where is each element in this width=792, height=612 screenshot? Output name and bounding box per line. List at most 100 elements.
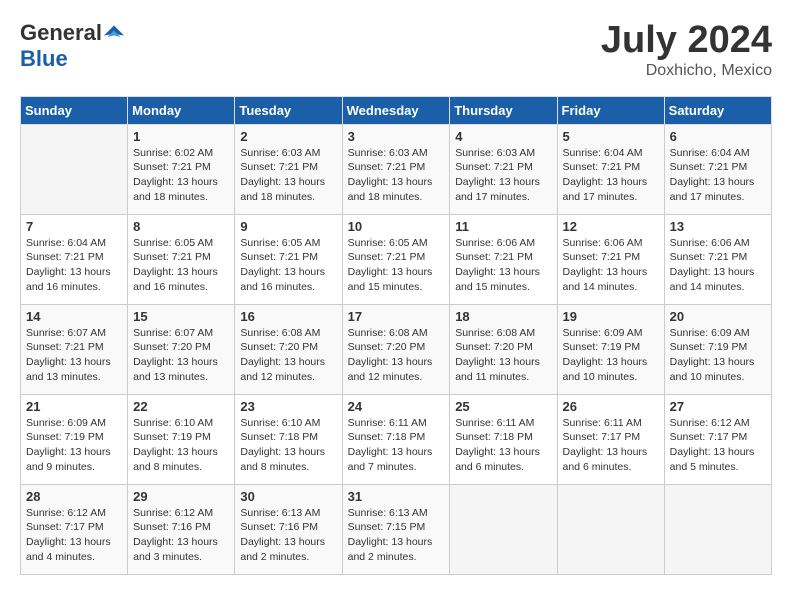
- day-info: Sunrise: 6:05 AM Sunset: 7:21 PM Dayligh…: [240, 236, 336, 295]
- calendar-cell: 26 Sunrise: 6:11 AM Sunset: 7:17 PM Dayl…: [557, 394, 664, 484]
- day-number: 5: [563, 129, 659, 144]
- calendar-cell: 22 Sunrise: 6:10 AM Sunset: 7:19 PM Dayl…: [128, 394, 235, 484]
- day-number: 22: [133, 399, 229, 414]
- day-info: Sunrise: 6:03 AM Sunset: 7:21 PM Dayligh…: [455, 146, 551, 205]
- day-info: Sunrise: 6:08 AM Sunset: 7:20 PM Dayligh…: [240, 326, 336, 385]
- day-info: Sunrise: 6:13 AM Sunset: 7:16 PM Dayligh…: [240, 506, 336, 565]
- calendar-cell: 16 Sunrise: 6:08 AM Sunset: 7:20 PM Dayl…: [235, 304, 342, 394]
- logo-icon: [104, 23, 124, 43]
- page-header: General Blue July 2024 Doxhicho, Mexico: [20, 20, 772, 80]
- calendar-cell: 3 Sunrise: 6:03 AM Sunset: 7:21 PM Dayli…: [342, 124, 450, 214]
- day-number: 30: [240, 489, 336, 504]
- day-number: 23: [240, 399, 336, 414]
- weekday-header: Wednesday: [342, 96, 450, 124]
- day-number: 12: [563, 219, 659, 234]
- day-number: 6: [670, 129, 766, 144]
- calendar-cell: 4 Sunrise: 6:03 AM Sunset: 7:21 PM Dayli…: [450, 124, 557, 214]
- day-info: Sunrise: 6:10 AM Sunset: 7:18 PM Dayligh…: [240, 416, 336, 475]
- day-info: Sunrise: 6:06 AM Sunset: 7:21 PM Dayligh…: [455, 236, 551, 295]
- day-info: Sunrise: 6:12 AM Sunset: 7:16 PM Dayligh…: [133, 506, 229, 565]
- day-info: Sunrise: 6:12 AM Sunset: 7:17 PM Dayligh…: [26, 506, 122, 565]
- calendar-cell: 1 Sunrise: 6:02 AM Sunset: 7:21 PM Dayli…: [128, 124, 235, 214]
- day-number: 19: [563, 309, 659, 324]
- day-info: Sunrise: 6:11 AM Sunset: 7:18 PM Dayligh…: [455, 416, 551, 475]
- weekday-header: Friday: [557, 96, 664, 124]
- day-number: 4: [455, 129, 551, 144]
- calendar-cell: 13 Sunrise: 6:06 AM Sunset: 7:21 PM Dayl…: [664, 214, 771, 304]
- day-number: 8: [133, 219, 229, 234]
- calendar-cell: [557, 484, 664, 574]
- location: Doxhicho, Mexico: [601, 62, 772, 80]
- month-title: July 2024: [601, 20, 772, 62]
- weekday-header-row: SundayMondayTuesdayWednesdayThursdayFrid…: [21, 96, 772, 124]
- calendar-week-row: 14 Sunrise: 6:07 AM Sunset: 7:21 PM Dayl…: [21, 304, 772, 394]
- day-number: 7: [26, 219, 122, 234]
- day-number: 9: [240, 219, 336, 234]
- calendar-week-row: 1 Sunrise: 6:02 AM Sunset: 7:21 PM Dayli…: [21, 124, 772, 214]
- calendar-week-row: 21 Sunrise: 6:09 AM Sunset: 7:19 PM Dayl…: [21, 394, 772, 484]
- calendar-cell: 28 Sunrise: 6:12 AM Sunset: 7:17 PM Dayl…: [21, 484, 128, 574]
- day-number: 28: [26, 489, 122, 504]
- day-number: 14: [26, 309, 122, 324]
- calendar-cell: 18 Sunrise: 6:08 AM Sunset: 7:20 PM Dayl…: [450, 304, 557, 394]
- calendar-cell: 25 Sunrise: 6:11 AM Sunset: 7:18 PM Dayl…: [450, 394, 557, 484]
- day-number: 26: [563, 399, 659, 414]
- day-info: Sunrise: 6:06 AM Sunset: 7:21 PM Dayligh…: [563, 236, 659, 295]
- calendar-cell: 9 Sunrise: 6:05 AM Sunset: 7:21 PM Dayli…: [235, 214, 342, 304]
- logo-general: General: [20, 20, 102, 46]
- calendar-week-row: 28 Sunrise: 6:12 AM Sunset: 7:17 PM Dayl…: [21, 484, 772, 574]
- calendar-cell: 2 Sunrise: 6:03 AM Sunset: 7:21 PM Dayli…: [235, 124, 342, 214]
- calendar-cell: [21, 124, 128, 214]
- calendar-cell: 23 Sunrise: 6:10 AM Sunset: 7:18 PM Dayl…: [235, 394, 342, 484]
- day-info: Sunrise: 6:02 AM Sunset: 7:21 PM Dayligh…: [133, 146, 229, 205]
- weekday-header: Saturday: [664, 96, 771, 124]
- day-number: 16: [240, 309, 336, 324]
- day-number: 11: [455, 219, 551, 234]
- calendar-cell: 19 Sunrise: 6:09 AM Sunset: 7:19 PM Dayl…: [557, 304, 664, 394]
- calendar-cell: 24 Sunrise: 6:11 AM Sunset: 7:18 PM Dayl…: [342, 394, 450, 484]
- calendar-cell: 20 Sunrise: 6:09 AM Sunset: 7:19 PM Dayl…: [664, 304, 771, 394]
- day-info: Sunrise: 6:07 AM Sunset: 7:20 PM Dayligh…: [133, 326, 229, 385]
- calendar-cell: 21 Sunrise: 6:09 AM Sunset: 7:19 PM Dayl…: [21, 394, 128, 484]
- calendar-cell: 30 Sunrise: 6:13 AM Sunset: 7:16 PM Dayl…: [235, 484, 342, 574]
- calendar-cell: 10 Sunrise: 6:05 AM Sunset: 7:21 PM Dayl…: [342, 214, 450, 304]
- calendar-cell: 31 Sunrise: 6:13 AM Sunset: 7:15 PM Dayl…: [342, 484, 450, 574]
- day-number: 3: [348, 129, 445, 144]
- logo: General Blue: [20, 20, 124, 72]
- day-info: Sunrise: 6:03 AM Sunset: 7:21 PM Dayligh…: [240, 146, 336, 205]
- day-number: 2: [240, 129, 336, 144]
- day-info: Sunrise: 6:04 AM Sunset: 7:21 PM Dayligh…: [26, 236, 122, 295]
- day-info: Sunrise: 6:09 AM Sunset: 7:19 PM Dayligh…: [563, 326, 659, 385]
- day-info: Sunrise: 6:04 AM Sunset: 7:21 PM Dayligh…: [670, 146, 766, 205]
- weekday-header: Sunday: [21, 96, 128, 124]
- day-info: Sunrise: 6:11 AM Sunset: 7:17 PM Dayligh…: [563, 416, 659, 475]
- calendar-cell: 6 Sunrise: 6:04 AM Sunset: 7:21 PM Dayli…: [664, 124, 771, 214]
- calendar-cell: 14 Sunrise: 6:07 AM Sunset: 7:21 PM Dayl…: [21, 304, 128, 394]
- day-info: Sunrise: 6:09 AM Sunset: 7:19 PM Dayligh…: [26, 416, 122, 475]
- day-info: Sunrise: 6:08 AM Sunset: 7:20 PM Dayligh…: [348, 326, 445, 385]
- day-info: Sunrise: 6:03 AM Sunset: 7:21 PM Dayligh…: [348, 146, 445, 205]
- day-info: Sunrise: 6:08 AM Sunset: 7:20 PM Dayligh…: [455, 326, 551, 385]
- day-info: Sunrise: 6:07 AM Sunset: 7:21 PM Dayligh…: [26, 326, 122, 385]
- weekday-header: Monday: [128, 96, 235, 124]
- calendar-cell: 12 Sunrise: 6:06 AM Sunset: 7:21 PM Dayl…: [557, 214, 664, 304]
- day-info: Sunrise: 6:05 AM Sunset: 7:21 PM Dayligh…: [348, 236, 445, 295]
- day-info: Sunrise: 6:06 AM Sunset: 7:21 PM Dayligh…: [670, 236, 766, 295]
- calendar-cell: 11 Sunrise: 6:06 AM Sunset: 7:21 PM Dayl…: [450, 214, 557, 304]
- calendar-cell: [450, 484, 557, 574]
- day-info: Sunrise: 6:09 AM Sunset: 7:19 PM Dayligh…: [670, 326, 766, 385]
- day-number: 15: [133, 309, 229, 324]
- weekday-header: Tuesday: [235, 96, 342, 124]
- calendar-table: SundayMondayTuesdayWednesdayThursdayFrid…: [20, 96, 772, 575]
- day-number: 21: [26, 399, 122, 414]
- day-number: 1: [133, 129, 229, 144]
- calendar-cell: 15 Sunrise: 6:07 AM Sunset: 7:20 PM Dayl…: [128, 304, 235, 394]
- day-number: 31: [348, 489, 445, 504]
- title-block: July 2024 Doxhicho, Mexico: [601, 20, 772, 80]
- day-number: 29: [133, 489, 229, 504]
- calendar-week-row: 7 Sunrise: 6:04 AM Sunset: 7:21 PM Dayli…: [21, 214, 772, 304]
- logo-blue-text: Blue: [20, 46, 68, 72]
- calendar-cell: [664, 484, 771, 574]
- calendar-cell: 17 Sunrise: 6:08 AM Sunset: 7:20 PM Dayl…: [342, 304, 450, 394]
- day-info: Sunrise: 6:05 AM Sunset: 7:21 PM Dayligh…: [133, 236, 229, 295]
